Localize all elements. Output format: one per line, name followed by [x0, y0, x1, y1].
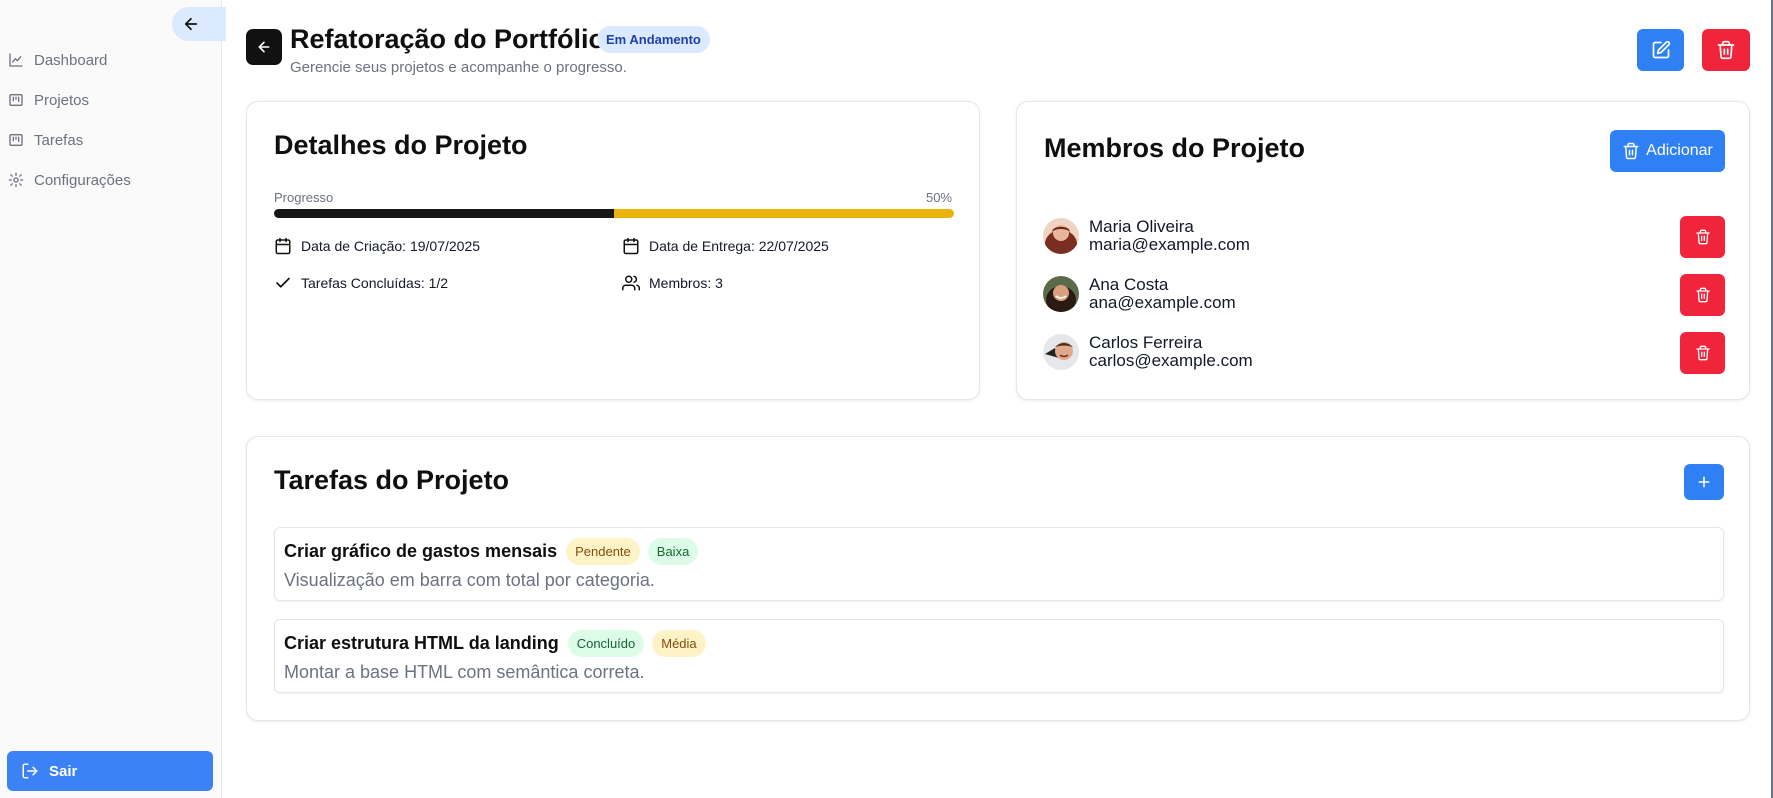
add-member-button[interactable]: Adicionar: [1610, 130, 1725, 172]
member-email: carlos@example.com: [1089, 351, 1253, 370]
progress-bar: [274, 209, 954, 218]
trash-icon: [1695, 287, 1710, 303]
edit-icon: [1652, 40, 1670, 59]
member-name: Ana Costa: [1089, 275, 1169, 294]
task-priority-badge: Média: [652, 630, 706, 657]
logout-icon: [22, 763, 38, 779]
trash-icon: [1717, 40, 1735, 60]
page-title: Refatoração do Portfólio: [290, 24, 606, 54]
member-row: Carlos Ferreira carlos@example.com: [1043, 332, 1725, 376]
project-tasks-card: Tarefas do Projeto Criar gráfico de gast…: [246, 436, 1750, 721]
chart-line-icon: [9, 53, 23, 67]
sidebar-item-dashboard[interactable]: Dashboard: [0, 40, 222, 80]
task-title: Criar estrutura HTML da landing: [284, 633, 559, 653]
trash-icon: [1695, 229, 1710, 245]
plus-icon: [1698, 476, 1710, 488]
progress-label: Progresso: [274, 190, 334, 205]
arrow-left-icon: [258, 41, 270, 53]
logout-button[interactable]: Sair: [7, 751, 213, 791]
avatar: [1043, 218, 1079, 254]
arrow-left-icon: [184, 17, 198, 31]
task-title: Criar gráfico de gastos mensais: [284, 541, 558, 561]
page-subtitle: Gerencie seus projetos e acompanhe o pro…: [290, 59, 627, 76]
trash-icon: [1623, 142, 1639, 160]
member-row: Ana Costa ana@example.com: [1043, 274, 1725, 318]
avatar: [1043, 334, 1079, 370]
member-name: Maria Oliveira: [1089, 217, 1194, 236]
task-description: Visualização em barra com total por cate…: [284, 570, 655, 590]
member-email: ana@example.com: [1089, 293, 1236, 312]
kanban-icon: [9, 94, 23, 106]
sidebar-item-projetos[interactable]: Projetos: [0, 80, 222, 120]
avatar: [1043, 276, 1079, 312]
sidebar-item-label: Projetos: [34, 91, 90, 109]
task-status-badge: Pendente: [566, 538, 640, 565]
collapse-sidebar-button[interactable]: [172, 7, 226, 41]
member-email: maria@example.com: [1089, 235, 1250, 254]
member-row: Maria Oliveira maria@example.com: [1043, 216, 1725, 260]
task-header: Criar gráfico de gastos mensais Pendente…: [284, 538, 706, 565]
delete-project-button[interactable]: [1702, 29, 1750, 71]
sidebar: Dashboard Projetos Tarefas Configurações…: [0, 0, 226, 798]
remove-member-button[interactable]: [1680, 274, 1725, 316]
project-details-card: Detalhes do Projeto Progresso 50% Data d…: [246, 101, 980, 400]
back-button[interactable]: [246, 29, 282, 65]
tasks-title: Tarefas do Projeto: [274, 465, 510, 495]
tasks-completed: Tarefas Concluídas: 1/2: [274, 274, 448, 292]
check-icon: [276, 277, 290, 288]
sidebar-item-label: Tarefas: [34, 131, 84, 149]
edit-project-button[interactable]: [1637, 29, 1684, 71]
tasks-completed-text: Tarefas Concluídas: 1/2: [301, 275, 449, 291]
created-date-text: Data de Criação: 19/07/2025: [301, 238, 481, 254]
task-header: Criar estrutura HTML da landing Concluíd…: [284, 630, 714, 657]
members-title: Membros do Projeto: [1044, 133, 1306, 163]
remove-member-button[interactable]: [1680, 216, 1725, 258]
gear-icon: [8, 172, 24, 188]
remove-member-button[interactable]: [1680, 332, 1725, 374]
created-date: Data de Criação: 19/07/2025: [274, 237, 480, 255]
due-date-text: Data de Entrega: 22/07/2025: [649, 238, 829, 254]
kanban-icon: [9, 134, 23, 146]
due-date: Data de Entrega: 22/07/2025: [622, 237, 829, 255]
sidebar-item-label: Dashboard: [34, 51, 108, 69]
task-description: Montar a base HTML com semântica correta…: [284, 662, 645, 682]
sidebar-nav: Dashboard Projetos Tarefas Configurações: [0, 40, 222, 200]
add-member-label: Adicionar: [1646, 142, 1713, 159]
users-icon: [622, 275, 640, 291]
sidebar-item-label: Configurações: [34, 171, 131, 189]
trash-icon: [1695, 345, 1710, 361]
member-name: Carlos Ferreira: [1089, 333, 1203, 352]
calendar-icon: [623, 237, 639, 255]
details-title: Detalhes do Projeto: [274, 130, 528, 160]
progress-bar-fill: [274, 209, 614, 218]
calendar-icon: [275, 237, 291, 255]
task-status-badge: Concluído: [567, 630, 645, 657]
task-priority-badge: Baixa: [647, 538, 699, 565]
members-count: Membros: 3: [622, 274, 723, 292]
add-task-button[interactable]: [1684, 464, 1724, 500]
project-members-card: Membros do Projeto Adicionar Maria Olive…: [1016, 101, 1750, 400]
task-item[interactable]: Criar estrutura HTML da landing Concluíd…: [274, 619, 1724, 693]
logout-label: Sair: [49, 762, 78, 780]
sidebar-item-configuracoes[interactable]: Configurações: [0, 160, 222, 200]
progress-value: 50%: [925, 190, 952, 205]
status-badge: Em Andamento: [597, 26, 710, 53]
members-count-text: Membros: 3: [649, 275, 723, 291]
task-item[interactable]: Criar gráfico de gastos mensais Pendente…: [274, 527, 1724, 601]
sidebar-item-tarefas[interactable]: Tarefas: [0, 120, 222, 160]
